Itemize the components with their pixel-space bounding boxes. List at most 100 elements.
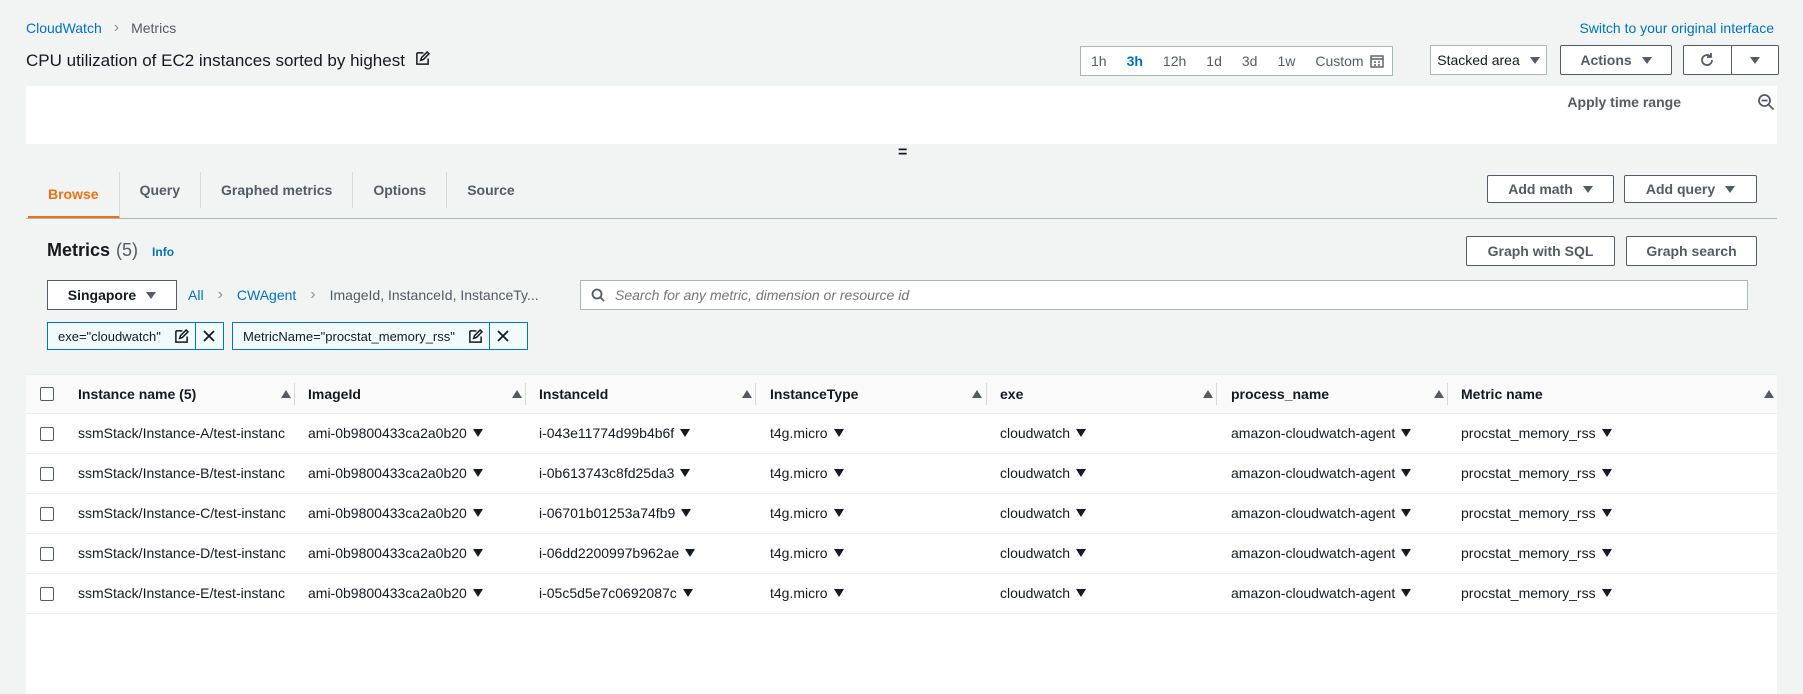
table-row[interactable]: ssmStack/Instance-E/test-instanc ami-0b98…: [26, 574, 1777, 614]
dropdown-icon[interactable]: [1601, 509, 1612, 517]
row-checkbox[interactable]: [40, 427, 54, 441]
table-row[interactable]: ssmStack/Instance-D/test-instanc ami-0b98…: [26, 534, 1777, 574]
add-math-button[interactable]: Add math: [1487, 175, 1614, 203]
column-header-instancetype[interactable]: InstanceType: [770, 386, 858, 402]
tab-graphed-metrics[interactable]: Graphed metrics: [201, 172, 354, 208]
row-checkbox[interactable]: [40, 587, 54, 601]
edit-icon[interactable]: [415, 51, 430, 71]
column-header-imageid[interactable]: ImageId: [308, 386, 361, 402]
dropdown-icon[interactable]: [680, 469, 691, 477]
dropdown-icon[interactable]: [1601, 429, 1612, 437]
cell-imageid: ami-0b9800433ca2a0b20: [308, 425, 483, 441]
edit-icon[interactable]: [169, 323, 195, 349]
dropdown-icon[interactable]: [682, 589, 693, 597]
time-range-1d[interactable]: 1d: [1196, 47, 1232, 75]
apply-time-range-button[interactable]: Apply time range: [1567, 94, 1681, 110]
custom-label: Custom: [1315, 53, 1364, 69]
cell-imageid: ami-0b9800433ca2a0b20: [308, 545, 483, 561]
sort-icon[interactable]: [1764, 390, 1774, 398]
sort-icon[interactable]: [1203, 390, 1213, 398]
graph-search-button[interactable]: Graph search: [1626, 236, 1757, 266]
row-checkbox[interactable]: [40, 467, 54, 481]
dropdown-icon[interactable]: [1401, 469, 1412, 477]
graph-with-sql-button[interactable]: Graph with SQL: [1466, 236, 1615, 266]
cell-metric-name: procstat_memory_rss: [1461, 545, 1612, 561]
dropdown-icon[interactable]: [1076, 549, 1087, 557]
time-range-12h[interactable]: 12h: [1153, 47, 1196, 75]
select-all-checkbox[interactable]: [40, 387, 54, 401]
zoom-out-icon[interactable]: [1757, 93, 1775, 111]
time-range-1h[interactable]: 1h: [1081, 47, 1117, 75]
dropdown-icon[interactable]: [1076, 589, 1087, 597]
cell-metric-name: procstat_memory_rss: [1461, 465, 1612, 481]
dropdown-icon[interactable]: [1601, 549, 1612, 557]
tab-query[interactable]: Query: [120, 172, 202, 208]
dropdown-icon[interactable]: [681, 509, 692, 517]
metric-search-input[interactable]: [613, 286, 1747, 304]
time-range-1w[interactable]: 1w: [1267, 47, 1305, 75]
namespace-cwagent-link[interactable]: CWAgent: [237, 287, 296, 303]
dropdown-icon[interactable]: [1076, 429, 1087, 437]
namespace-all-link[interactable]: All: [188, 287, 204, 303]
table-row[interactable]: ssmStack/Instance-B/test-instanc ami-0b98…: [26, 454, 1777, 494]
actions-button[interactable]: Actions: [1560, 45, 1672, 75]
dropdown-icon[interactable]: [1601, 469, 1612, 477]
dropdown-icon[interactable]: [472, 589, 483, 597]
graph-type-select[interactable]: Stacked area: [1430, 45, 1547, 75]
refresh-button[interactable]: [1684, 46, 1732, 74]
info-link[interactable]: Info: [152, 245, 174, 259]
close-icon[interactable]: [488, 323, 516, 349]
column-header-exe[interactable]: exe: [1000, 386, 1023, 402]
add-query-button[interactable]: Add query: [1624, 175, 1757, 203]
sort-icon[interactable]: [512, 390, 522, 398]
sort-icon[interactable]: [281, 390, 291, 398]
dropdown-icon[interactable]: [472, 509, 483, 517]
dropdown-icon[interactable]: [1401, 549, 1412, 557]
dropdown-icon[interactable]: [1401, 429, 1412, 437]
dropdown-icon[interactable]: [472, 429, 483, 437]
dropdown-icon[interactable]: [472, 549, 483, 557]
dropdown-icon[interactable]: [1401, 509, 1412, 517]
row-checkbox[interactable]: [40, 507, 54, 521]
time-range-custom[interactable]: Custom: [1305, 47, 1391, 75]
dropdown-icon[interactable]: [685, 549, 696, 557]
tab-source[interactable]: Source: [447, 172, 534, 208]
dropdown-icon[interactable]: [833, 549, 844, 557]
dropdown-icon[interactable]: [833, 469, 844, 477]
cell-text: procstat_memory_rss: [1461, 465, 1596, 481]
dropdown-icon[interactable]: [833, 589, 844, 597]
panel-resize-handle[interactable]: =: [898, 144, 907, 162]
breadcrumb-cloudwatch-link[interactable]: CloudWatch: [26, 20, 102, 36]
column-header-process-name[interactable]: process_name: [1231, 386, 1329, 402]
cell-instancetype: t4g.micro: [770, 425, 844, 441]
sort-icon[interactable]: [742, 390, 752, 398]
dropdown-icon[interactable]: [833, 429, 844, 437]
switch-interface-link[interactable]: Switch to your original interface: [1579, 20, 1774, 36]
close-icon[interactable]: [194, 323, 222, 349]
caret-down-icon: [1725, 185, 1736, 193]
time-range-3h[interactable]: 3h: [1117, 47, 1153, 75]
refresh-options-button[interactable]: [1732, 46, 1779, 74]
sort-icon[interactable]: [972, 390, 982, 398]
dropdown-icon[interactable]: [1076, 509, 1087, 517]
dropdown-icon[interactable]: [1076, 469, 1087, 477]
dropdown-icon[interactable]: [1401, 589, 1412, 597]
column-header-instanceid[interactable]: InstanceId: [539, 386, 608, 402]
dropdown-icon[interactable]: [1601, 589, 1612, 597]
region-select[interactable]: Singapore: [47, 280, 177, 310]
time-range-3d[interactable]: 3d: [1232, 47, 1268, 75]
breadcrumb: CloudWatch › Metrics: [26, 19, 176, 37]
table-row[interactable]: ssmStack/Instance-C/test-instanc ami-0b98…: [26, 494, 1777, 534]
column-header-metric-name[interactable]: Metric name: [1461, 386, 1543, 402]
dropdown-icon[interactable]: [472, 469, 483, 477]
row-checkbox[interactable]: [40, 547, 54, 561]
dropdown-icon[interactable]: [833, 509, 844, 517]
dropdown-icon[interactable]: [680, 429, 691, 437]
tab-browse[interactable]: Browse: [28, 172, 120, 219]
metrics-heading: Metrics (5) Info: [47, 240, 174, 261]
edit-icon[interactable]: [463, 323, 489, 349]
tab-options[interactable]: Options: [353, 172, 448, 208]
column-header-instance-name[interactable]: Instance name (5): [78, 386, 196, 402]
table-row[interactable]: ssmStack/Instance-A/test-instanc ami-0b98…: [26, 414, 1777, 454]
sort-icon[interactable]: [1434, 390, 1444, 398]
